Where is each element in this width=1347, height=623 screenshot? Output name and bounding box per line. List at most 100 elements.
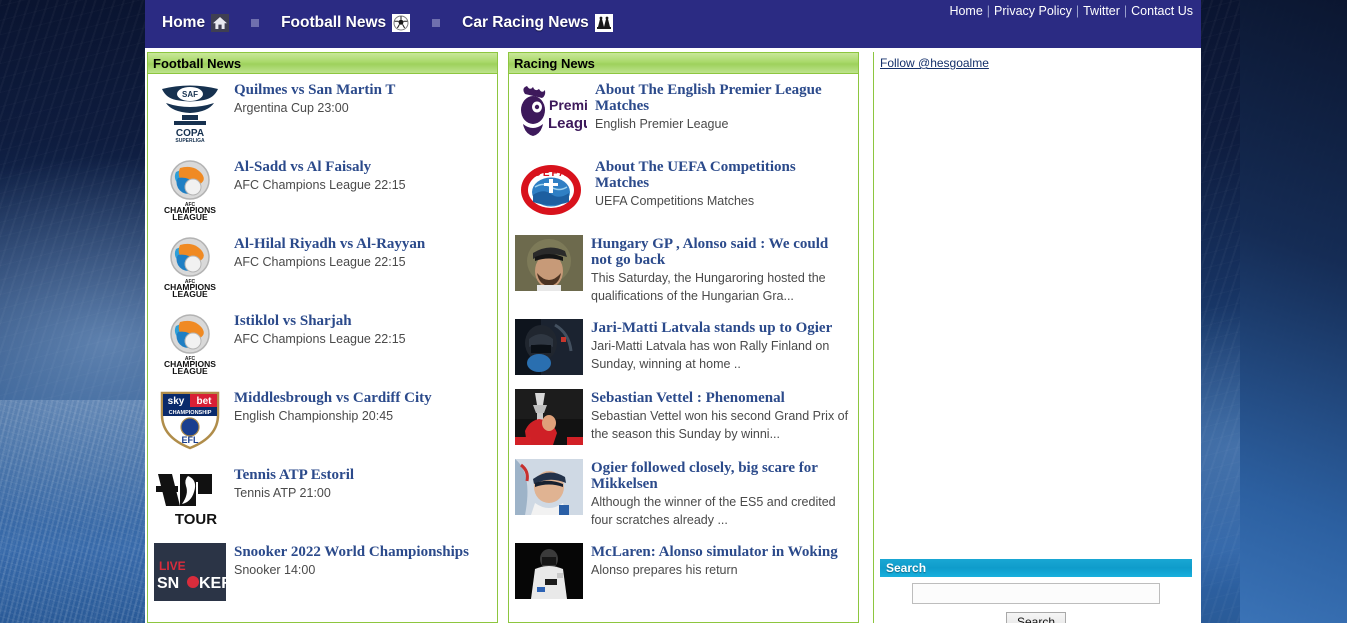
list-item-text: Jari-Matti Latvala stands up to Ogier Ja…	[591, 319, 852, 373]
list-item-text: Hungary GP , Alonso said : We could not …	[591, 235, 852, 305]
svg-text:TOUR: TOUR	[175, 511, 217, 528]
list-item[interactable]: Sebastian Vettel : Phenomenal Sebastian …	[509, 382, 858, 452]
list-item[interactable]: SAF COPA SUPERLIGA Quilmes vs San Martin…	[148, 74, 497, 151]
list-item-subtitle: English Premier League	[595, 117, 728, 131]
top-link-privacy-policy[interactable]: Privacy Policy	[994, 4, 1072, 18]
list-item[interactable]: AFC CHAMPIONS LEAGUE Al-Hilal Riyadh vs …	[148, 228, 497, 305]
list-item-title[interactable]: Quilmes vs San Martin T	[234, 82, 491, 98]
list-item-title[interactable]: Sebastian Vettel : Phenomenal	[591, 390, 852, 406]
list-item-title[interactable]: McLaren: Alonso simulator in Woking	[591, 544, 852, 560]
list-item[interactable]: Ogier followed closely, big scare for Mi…	[509, 452, 858, 536]
list-item-subtitle: Snooker 14:00	[234, 563, 315, 577]
list-item-title[interactable]: About The UEFA Competitions Matches	[595, 159, 852, 191]
sky-bet-efl-championship-logo-icon: sky bet CHAMPIONSHIP EFL	[154, 389, 226, 452]
copa-superliga-saf-logo-icon: SAF COPA SUPERLIGA	[154, 81, 226, 144]
svg-text:SN: SN	[157, 575, 179, 592]
list-item-subtitle: English Championship 20:45	[234, 409, 393, 423]
top-link-home[interactable]: Home	[949, 4, 982, 18]
football-news-panel-title: Football News	[148, 53, 497, 74]
main-menu: Home Football News	[162, 14, 613, 32]
nav-item-home[interactable]: Home	[162, 14, 229, 32]
list-item[interactable]: Hungary GP , Alonso said : We could not …	[509, 228, 858, 312]
list-item-title[interactable]: Ogier followed closely, big scare for Mi…	[591, 460, 852, 492]
afc-champions-league-logo-icon: AFC CHAMPIONS LEAGUE	[154, 158, 226, 221]
search-input[interactable]	[912, 583, 1160, 604]
vettel-photo	[515, 389, 583, 445]
top-navigation-bar: Home Football News	[145, 0, 1201, 48]
list-item-title[interactable]: Jari-Matti Latvala stands up to Ogier	[591, 320, 852, 336]
search-widget-title: Search	[880, 559, 1192, 577]
search-button[interactable]: Search	[1006, 612, 1066, 623]
list-item-title[interactable]: Middlesbrough vs Cardiff City	[234, 390, 491, 406]
racing-news-panel: Racing News Premier	[508, 52, 859, 623]
svg-text:sky: sky	[168, 396, 185, 407]
ogier-photo	[515, 459, 583, 515]
nav-separator	[432, 19, 440, 27]
premier-league-logo-icon: Premier League	[515, 81, 587, 144]
list-item[interactable]: sky bet CHAMPIONSHIP EFL Middlesbrough v…	[148, 382, 497, 459]
list-item-text: Snooker 2022 World Championships Snooker…	[234, 543, 491, 579]
latvala-photo	[515, 319, 583, 375]
list-item[interactable]: AFC CHAMPIONS LEAGUE Al-Sadd vs Al Faisa…	[148, 151, 497, 228]
list-item-text: About The English Premier League Matches…	[595, 81, 852, 133]
top-utility-links: Home|Privacy Policy|Twitter|Contact Us	[949, 4, 1193, 18]
svg-text:LEAGUE: LEAGUE	[172, 289, 208, 298]
afc-champions-league-logo-icon: AFC CHAMPIONS LEAGUE	[154, 235, 226, 298]
football-news-list: SAF COPA SUPERLIGA Quilmes vs San Martin…	[148, 74, 497, 613]
twitter-follow-link[interactable]: Follow @hesgoalme	[880, 56, 989, 70]
list-item[interactable]: McLaren: Alonso simulator in Woking Alon…	[509, 536, 858, 606]
page-container: Home Football News	[145, 0, 1201, 623]
svg-text:LEAGUE: LEAGUE	[172, 366, 208, 375]
svg-text:SUPERLIGA: SUPERLIGA	[175, 138, 205, 144]
list-item-subtitle: Jari-Matti Latvala has won Rally Finland…	[591, 339, 829, 371]
top-link-twitter[interactable]: Twitter	[1083, 4, 1120, 18]
racing-news-panel-title: Racing News	[509, 53, 858, 74]
svg-text:UEFA: UEFA	[534, 168, 569, 179]
nav-separator	[251, 19, 259, 27]
list-item-subtitle: AFC Champions League 22:15	[234, 255, 406, 269]
list-item-subtitle: Alonso prepares his return	[591, 563, 738, 577]
svg-text:LIVE: LIVE	[159, 559, 186, 573]
svg-text:Premier: Premier	[549, 97, 587, 113]
list-item[interactable]: Jari-Matti Latvala stands up to Ogier Ja…	[509, 312, 858, 382]
racing-news-list: Premier League About The English Premier…	[509, 74, 858, 606]
list-item-text: Ogier followed closely, big scare for Mi…	[591, 459, 852, 529]
list-item-text: Sebastian Vettel : Phenomenal Sebastian …	[591, 389, 852, 443]
svg-text:SAF: SAF	[182, 90, 198, 99]
list-item-title[interactable]: About The English Premier League Matches	[595, 82, 852, 114]
list-item-subtitle: This Saturday, the Hungaroring hosted th…	[591, 271, 826, 303]
svg-text:KER: KER	[199, 575, 226, 592]
list-item-title[interactable]: Hungary GP , Alonso said : We could not …	[591, 236, 852, 268]
list-item-text: McLaren: Alonso simulator in Woking Alon…	[591, 543, 852, 579]
home-icon	[211, 14, 229, 32]
list-item[interactable]: TOUR Tennis ATP Estoril Tennis ATP 21:00	[148, 459, 497, 536]
svg-text:LEAGUE: LEAGUE	[172, 212, 208, 221]
list-item[interactable]: AFC CHAMPIONS LEAGUE Istiklol vs Sharjah…	[148, 305, 497, 382]
list-item-title[interactable]: Istiklol vs Sharjah	[234, 313, 491, 329]
list-item-text: Middlesbrough vs Cardiff City English Ch…	[234, 389, 491, 425]
list-item-text: Al-Sadd vs Al Faisaly AFC Champions Leag…	[234, 158, 491, 194]
right-sidebar: Follow @hesgoalme Search Search	[873, 52, 1197, 623]
background-right-stripe	[1240, 0, 1347, 623]
list-item-title[interactable]: Tennis ATP Estoril	[234, 467, 491, 483]
nav-item-car-racing-news-label: Car Racing News	[462, 14, 589, 32]
list-item-title[interactable]: Snooker 2022 World Championships	[234, 544, 491, 560]
list-item-title[interactable]: Al-Hilal Riyadh vs Al-Rayyan	[234, 236, 491, 252]
list-item[interactable]: LIVE SN KER Snooker 2022 World Champions…	[148, 536, 497, 613]
alonso-photo	[515, 235, 583, 291]
list-item[interactable]: UEFA About The UEFA Competitions Matches…	[509, 151, 858, 228]
nav-item-football-news-label: Football News	[281, 14, 386, 32]
svg-text:EFL: EFL	[182, 435, 200, 445]
afc-champions-league-logo-icon: AFC CHAMPIONS LEAGUE	[154, 312, 226, 375]
list-item[interactable]: Premier League About The English Premier…	[509, 74, 858, 151]
list-item-text: Al-Hilal Riyadh vs Al-Rayyan AFC Champio…	[234, 235, 491, 271]
nav-item-car-racing-news[interactable]: Car Racing News	[462, 14, 613, 32]
list-item-subtitle: Argentina Cup 23:00	[234, 101, 349, 115]
list-item-subtitle: Sebastian Vettel won his second Grand Pr…	[591, 409, 848, 441]
list-item-title[interactable]: Al-Sadd vs Al Faisaly	[234, 159, 491, 175]
list-item-subtitle: AFC Champions League 22:15	[234, 178, 406, 192]
search-widget: Search Search	[880, 559, 1192, 623]
top-link-contact-us[interactable]: Contact Us	[1131, 4, 1193, 18]
nav-item-football-news[interactable]: Football News	[281, 14, 410, 32]
list-item-subtitle: AFC Champions League 22:15	[234, 332, 406, 346]
